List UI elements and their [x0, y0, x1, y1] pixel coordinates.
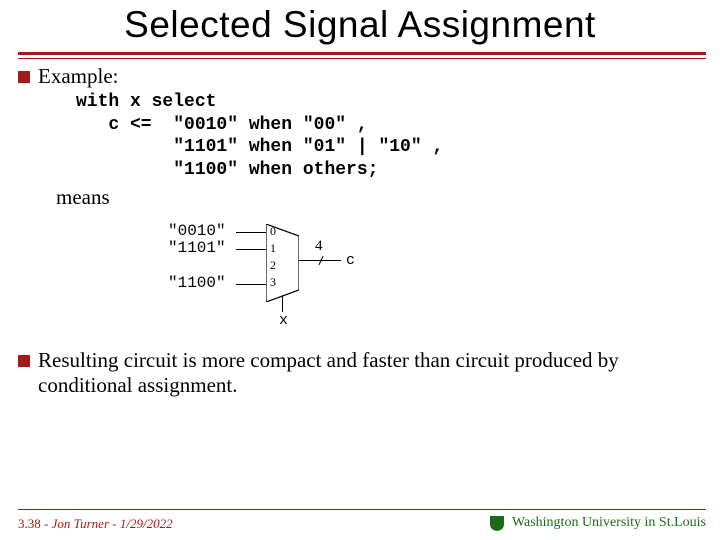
mux-output-label: c	[346, 252, 355, 269]
code-line-4: "1100" when others;	[76, 160, 378, 180]
means-label: means	[56, 185, 706, 210]
bus-width-label: 4	[315, 238, 323, 255]
mux-select-label: x	[279, 312, 288, 329]
mux-input-3: "1100"	[168, 274, 226, 292]
footer: 3.38 - Jon Turner - 1/29/2022 Washington…	[18, 514, 706, 532]
mux-input-0: "0010"	[168, 222, 226, 240]
mux-diagram: "0010" "1101" "1100" 0 1 2 3 4 c x	[118, 220, 378, 330]
wire	[236, 284, 266, 285]
code-block: with x select c <= "0010" when "00" , "1…	[76, 91, 706, 181]
title-rule-thin	[18, 58, 706, 59]
shield-icon	[488, 514, 506, 532]
wire	[236, 249, 266, 250]
result-text: Resulting circuit is more compact and fa…	[38, 348, 706, 398]
bullet-result: Resulting circuit is more compact and fa…	[18, 348, 706, 398]
wire-select	[282, 296, 283, 312]
content-area: Example: with x select c <= "0010" when …	[18, 64, 706, 398]
slide-title: Selected Signal Assignment	[0, 0, 720, 46]
code-line-2: c <= "0010" when "00" ,	[76, 115, 368, 135]
footer-rule	[18, 509, 706, 510]
university-logo: Washington University in St.Louis	[488, 514, 706, 532]
page-number: 3.38	[18, 516, 41, 531]
footer-author: Jon Turner	[52, 516, 109, 531]
footer-date: 1/29/2022	[120, 516, 173, 531]
code-line-3: "1101" when "01" | "10" ,	[76, 137, 443, 157]
title-rule-thick	[18, 52, 706, 55]
mux-port-0: 0	[270, 224, 276, 239]
wire	[236, 232, 266, 233]
code-line-1: with x select	[76, 92, 216, 112]
mux-port-2: 2	[270, 258, 276, 273]
bullet-example: Example:	[18, 64, 706, 89]
example-label: Example:	[38, 64, 118, 89]
mux-port-3: 3	[270, 275, 276, 290]
footer-left: 3.38 - Jon Turner - 1/29/2022	[18, 516, 173, 532]
mux-input-1: "1101"	[168, 239, 226, 257]
university-name: Washington University in St.Louis	[512, 515, 706, 531]
square-bullet-icon	[18, 355, 30, 367]
mux-port-1: 1	[270, 241, 276, 256]
square-bullet-icon	[18, 71, 30, 83]
